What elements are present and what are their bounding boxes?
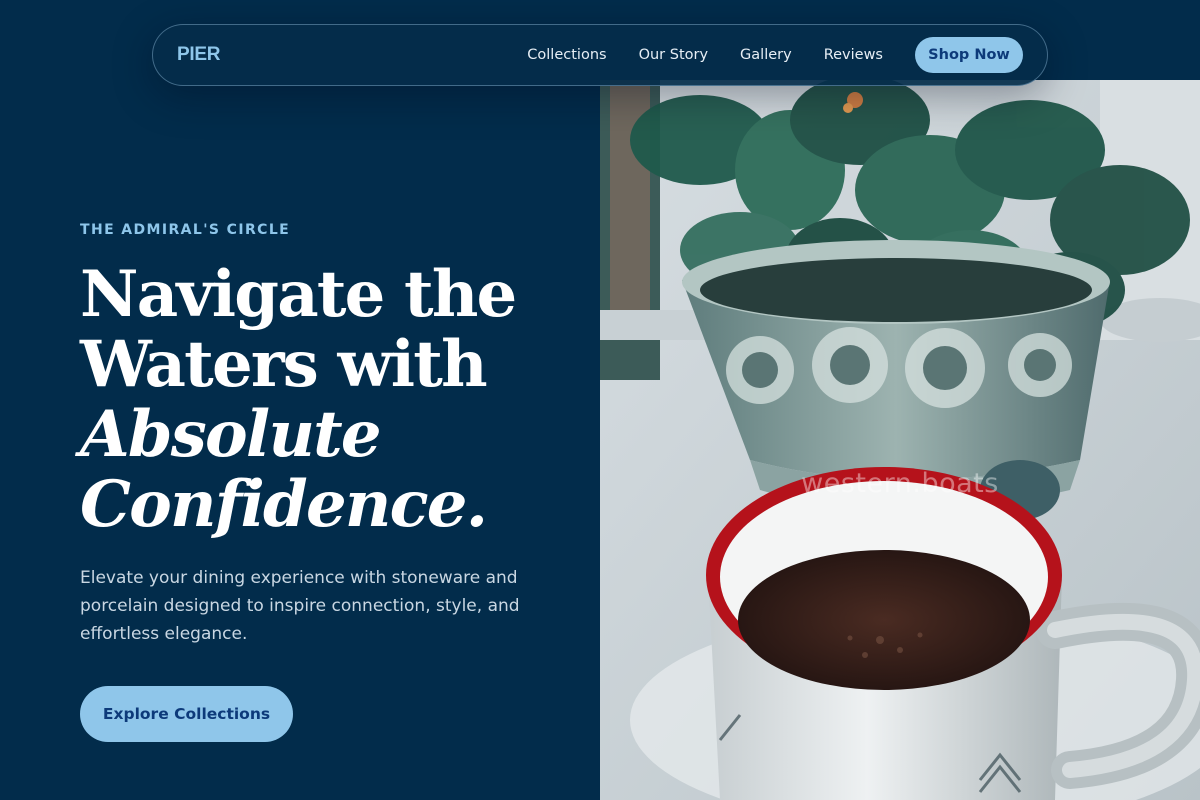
headline-line-1: Navigate the	[80, 257, 517, 332]
nav-link-gallery[interactable]: Gallery	[740, 47, 792, 63]
hero-subcopy: Elevate your dining experience with ston…	[80, 568, 520, 644]
photo-watermark: western.boats	[801, 468, 999, 499]
hero-headline: Navigate the Waters with Absolute Confid…	[80, 260, 580, 540]
nav-link-reviews[interactable]: Reviews	[824, 47, 883, 63]
nav-link-collections[interactable]: Collections	[527, 47, 606, 63]
hero-content: THE ADMIRAL'S CIRCLE Navigate the Waters…	[80, 222, 580, 648]
explore-collections-button[interactable]: Explore Collections	[80, 686, 293, 742]
hero-photo-illustration	[600, 80, 1200, 800]
headline-line-3: Absolute	[80, 397, 382, 472]
hero-eyebrow: THE ADMIRAL'S CIRCLE	[80, 222, 291, 238]
headline-line-4: Confidence.	[80, 467, 488, 542]
brand-logo[interactable]: PIER	[177, 44, 220, 66]
nav-link-our-story[interactable]: Our Story	[639, 47, 708, 63]
headline-line-2: Waters with	[80, 327, 488, 402]
top-nav: PIER Collections Our Story Gallery Revie…	[152, 24, 1048, 86]
nav-links: Collections Our Story Gallery Reviews Sh…	[527, 37, 1023, 73]
hero-photo: western.boats	[600, 80, 1200, 800]
shop-now-button[interactable]: Shop Now	[915, 37, 1023, 73]
landing-page: western.boats PIER Collections Our Story…	[0, 0, 1200, 800]
